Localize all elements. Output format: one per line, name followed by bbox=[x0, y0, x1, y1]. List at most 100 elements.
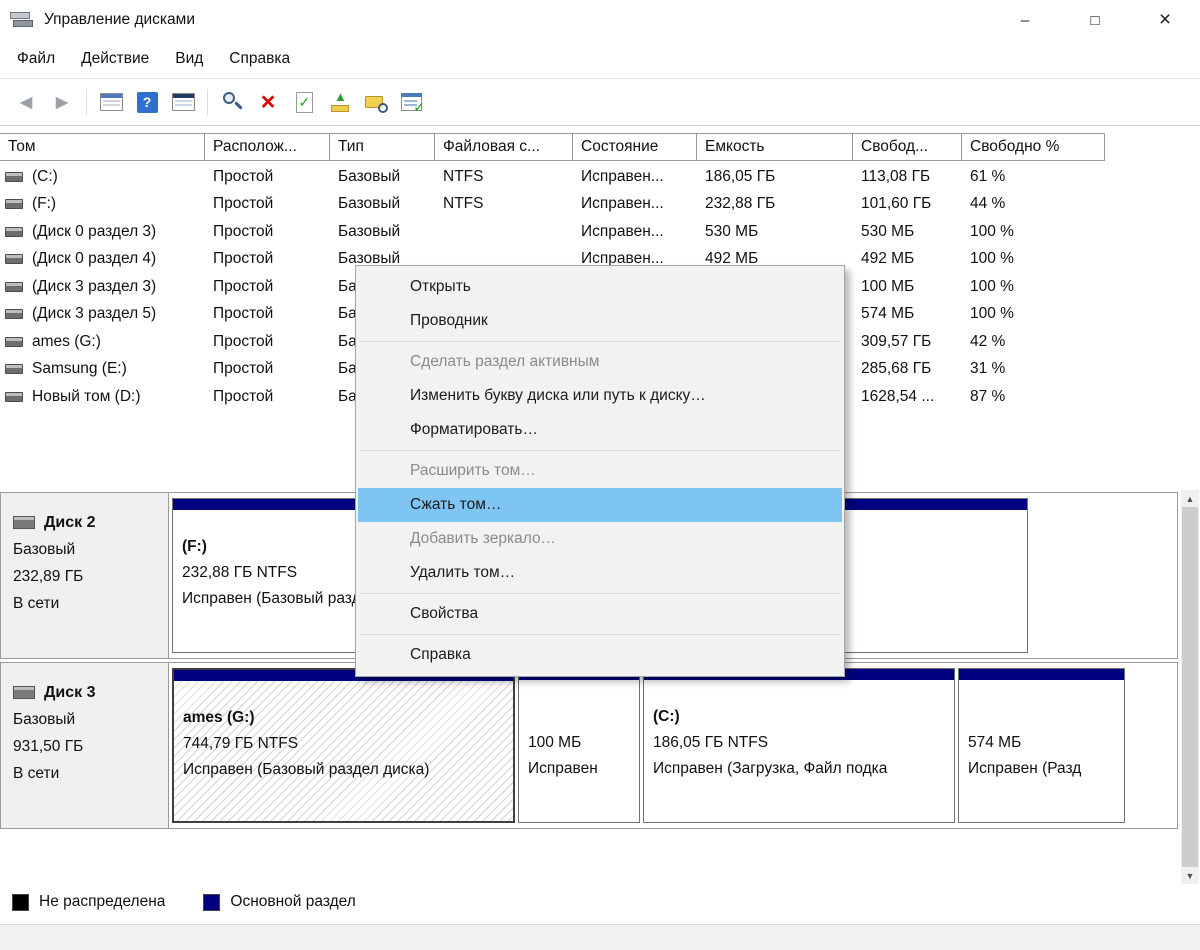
mark-active-icon[interactable]: ✓ bbox=[288, 86, 320, 118]
context-menu-item[interactable]: Справка bbox=[358, 638, 842, 672]
scrollbar-thumb[interactable] bbox=[1182, 507, 1198, 867]
chk: ✓ bbox=[298, 93, 311, 110]
volume-icon bbox=[5, 364, 23, 375]
partition-status: Исправен (Базовый раздел диска) bbox=[183, 761, 430, 778]
disk-status: В сети bbox=[13, 595, 60, 612]
maximize-button[interactable]: □ bbox=[1060, 0, 1130, 40]
find-folder-icon[interactable] bbox=[360, 86, 392, 118]
cell-free: 113,08 ГБ bbox=[861, 167, 931, 185]
column-header-4[interactable]: Состояние bbox=[573, 134, 697, 160]
cell-free: 309,57 ГБ bbox=[861, 332, 932, 350]
scrollbar-down-icon[interactable]: ▼ bbox=[1181, 867, 1199, 884]
column-header-7[interactable]: Свободно % bbox=[962, 134, 1105, 160]
context-menu-item[interactable]: Свойства bbox=[358, 597, 842, 631]
win-frame bbox=[99, 93, 123, 111]
context-menu-item[interactable]: Удалить том… bbox=[358, 556, 842, 590]
volume-name: (F:) bbox=[32, 195, 57, 213]
cell-free_pct: 31 % bbox=[970, 360, 1006, 378]
menu-separator bbox=[360, 634, 840, 635]
up-level-icon[interactable]: ▲ bbox=[324, 86, 356, 118]
vertical-scrollbar[interactable]: ▲ ▼ bbox=[1181, 490, 1199, 884]
disk-name: Диск 2 bbox=[44, 514, 96, 531]
volume-icon bbox=[5, 226, 23, 237]
menubar-item-help[interactable]: Справка bbox=[216, 40, 303, 78]
cell-type: Базовый bbox=[338, 195, 401, 213]
disk-size: 232,89 ГБ bbox=[13, 568, 84, 585]
back-icon[interactable]: ◄ bbox=[10, 86, 42, 118]
context-menu-item[interactable]: Проводник bbox=[358, 304, 842, 338]
up-wrap: ▲ bbox=[328, 90, 352, 114]
show-console-tree-icon[interactable] bbox=[95, 86, 127, 118]
doc: ✓ bbox=[295, 91, 313, 113]
scrollbar-up-icon[interactable]: ▲ bbox=[1181, 490, 1199, 507]
rescan-disks-icon[interactable] bbox=[216, 86, 248, 118]
cell-type: Базовый bbox=[338, 222, 401, 240]
volume-name: ames (G:) bbox=[32, 332, 101, 350]
column-header-3[interactable]: Файловая с... bbox=[435, 134, 573, 160]
cell-capacity: 530 МБ bbox=[705, 222, 759, 240]
context-menu-item[interactable]: Сжать том… bbox=[358, 488, 842, 522]
minimize-button[interactable]: – bbox=[990, 0, 1060, 40]
column-header-5[interactable]: Емкость bbox=[697, 134, 853, 160]
table-row[interactable]: (Диск 0 раздел 3) Простой Базовый Исправен.… bbox=[0, 218, 1105, 246]
partition-status: Исправен (Разд bbox=[968, 760, 1082, 777]
disk-icon bbox=[13, 686, 35, 699]
partition-status: Исправен (Загрузка, Файл подка bbox=[653, 760, 888, 777]
volume-name: (C:) bbox=[32, 167, 58, 185]
cell-capacity: 186,05 ГБ bbox=[705, 167, 776, 185]
app-icon-part bbox=[13, 20, 33, 27]
menubar-item-action[interactable]: Действие bbox=[68, 40, 162, 78]
volume-cell: (Диск 3 раздел 3) bbox=[0, 278, 205, 296]
column-header-0[interactable]: Том bbox=[0, 134, 205, 160]
view-details-icon[interactable]: ✓ bbox=[396, 86, 428, 118]
column-header-6[interactable]: Свобод... bbox=[853, 134, 962, 160]
context-menu-item[interactable]: Форматировать… bbox=[358, 413, 842, 447]
disk-header[interactable]: Диск 3 Базовый 931,50 ГБ В сети bbox=[1, 663, 169, 828]
disk-name-line: Диск 2 bbox=[13, 509, 168, 536]
context-menu-item: Расширить том… bbox=[410, 462, 536, 479]
legend-label: Не распределена bbox=[39, 893, 166, 910]
partition-area: ames (G:) 744,79 ГБ NTFS Исправен (Базовый… bbox=[169, 663, 1177, 828]
disk-header[interactable]: Диск 2 Базовый 232,89 ГБ В сети bbox=[1, 493, 169, 658]
ig-arrow: ► bbox=[51, 90, 73, 114]
column-header-2[interactable]: Тип bbox=[330, 134, 435, 160]
menubar-item-file[interactable]: Файл bbox=[4, 40, 68, 78]
cell-type: Базовый bbox=[338, 167, 401, 185]
table-row[interactable]: (F:) Простой Базовый NTFS Исправен... 232,88 … bbox=[0, 191, 1105, 219]
disk-row: Диск 3 Базовый 931,50 ГБ В сети ames (G:) 744… bbox=[0, 662, 1178, 829]
forward-icon[interactable]: ► bbox=[46, 86, 78, 118]
menu-separator bbox=[360, 593, 840, 594]
disk-type: Базовый bbox=[13, 711, 76, 728]
partition-body: 574 МБ Исправен (Разд bbox=[959, 680, 1124, 822]
partition-size: 744,79 ГБ NTFS bbox=[183, 735, 299, 752]
volume-cell: (F:) bbox=[0, 195, 205, 213]
cell-status: Исправен... bbox=[581, 222, 664, 240]
volume-icon bbox=[5, 391, 23, 402]
volume-cell: Samsung (E:) bbox=[0, 360, 205, 378]
cell-free_pct: 87 % bbox=[970, 387, 1006, 405]
partition-block[interactable]: 574 МБ Исправен (Разд bbox=[958, 668, 1125, 823]
delete-icon[interactable]: × bbox=[252, 86, 284, 118]
menubar-item-view[interactable]: Вид bbox=[162, 40, 216, 78]
column-header-1[interactable]: Располож... bbox=[205, 134, 330, 160]
cell-status: Исправен... bbox=[581, 167, 664, 185]
partition-block[interactable]: ames (G:) 744,79 ГБ NTFS Исправен (Базовый… bbox=[172, 668, 515, 823]
volume-name: Новый том (D:) bbox=[32, 387, 141, 405]
cell-free: 100 МБ bbox=[861, 277, 915, 295]
help-icon[interactable]: ? bbox=[131, 86, 163, 118]
win-lines bbox=[174, 100, 192, 102]
volume-name: (Диск 0 раздел 3) bbox=[32, 222, 157, 240]
disk-management-app-icon bbox=[10, 11, 34, 29]
table-row[interactable]: (C:) Простой Базовый NTFS Исправен... 186,05 … bbox=[0, 163, 1105, 191]
lc-bar bbox=[401, 93, 422, 97]
partition-block[interactable]: (C:) 186,05 ГБ NTFS Исправен (Загрузка, Фа… bbox=[643, 668, 955, 823]
console-window-icon[interactable] bbox=[167, 86, 199, 118]
cell-free_pct: 42 % bbox=[970, 332, 1006, 350]
cell-capacity: 232,88 ГБ bbox=[705, 195, 776, 213]
win-bar bbox=[100, 94, 122, 98]
partition-block[interactable]: 100 МБ Исправен bbox=[518, 668, 640, 823]
cell-layout: Простой bbox=[213, 195, 274, 213]
close-button[interactable]: × bbox=[1130, 0, 1200, 40]
context-menu-item[interactable]: Открыть bbox=[358, 270, 842, 304]
context-menu-item[interactable]: Изменить букву диска или путь к диску… bbox=[358, 379, 842, 413]
